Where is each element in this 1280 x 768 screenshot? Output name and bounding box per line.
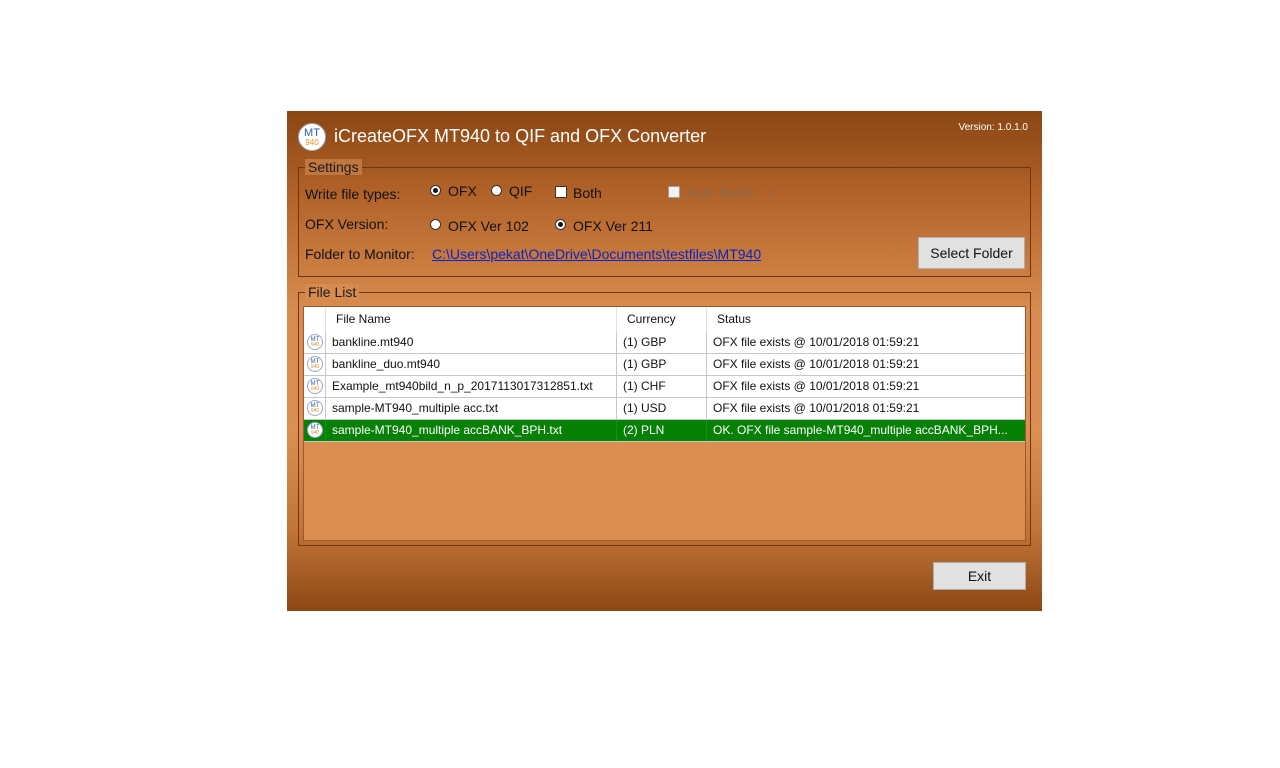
folder-path-link[interactable]: C:\Users\pekat\OneDrive\Documents\testfi… bbox=[432, 246, 761, 262]
ofx-ver102-label[interactable]: OFX Ver 102 bbox=[448, 218, 529, 234]
qif-radio-label[interactable]: QIF bbox=[509, 183, 532, 199]
file-name-cell: Example_mt940bild_n_p_2017113017312851.t… bbox=[326, 376, 617, 397]
table-row[interactable]: MT 940 sample-MT940_multiple acc.txt (1) … bbox=[304, 398, 1025, 420]
file-name-cell: sample-MT940_multiple acc.txt bbox=[326, 398, 617, 419]
currency-cell: (1) USD bbox=[617, 398, 707, 419]
file-name-cell: sample-MT940_multiple accBANK_BPH.txt bbox=[326, 420, 617, 441]
select-folder-button[interactable]: Select Folder bbox=[918, 237, 1025, 269]
settings-legend: Settings bbox=[305, 159, 362, 175]
mt940-file-icon: MT 940 bbox=[307, 356, 323, 372]
table-row-selected[interactable]: MT 940 sample-MT940_multiple accBANK_BPH.… bbox=[304, 420, 1025, 442]
version-label: Version: 1.0.1.0 bbox=[958, 122, 1029, 133]
logo-bottom-text: 940 bbox=[305, 138, 319, 147]
file-name-column-header[interactable]: File Name bbox=[326, 307, 617, 332]
status-cell: OK. OFX file sample-MT940_multiple accBA… bbox=[707, 420, 1025, 441]
file-icon-cell: MT 940 bbox=[304, 420, 326, 441]
auto-notify-label: Auto Notify bbox=[686, 185, 755, 201]
status-cell: OFX file exists @ 10/01/2018 01:59:21 bbox=[707, 398, 1025, 419]
mt940-file-icon: MT 940 bbox=[307, 334, 323, 350]
status-cell: OFX file exists @ 10/01/2018 01:59:21 bbox=[707, 376, 1025, 397]
ofx-ver211-radio[interactable] bbox=[555, 219, 566, 230]
ofx-radio-label[interactable]: OFX bbox=[448, 183, 477, 199]
file-list-legend: File List bbox=[305, 284, 360, 300]
file-icon-bottom: 940 bbox=[310, 364, 320, 370]
status-cell: OFX file exists @ 10/01/2018 01:59:21 bbox=[707, 332, 1025, 353]
currency-cell: (1) GBP bbox=[617, 354, 707, 375]
currency-cell: (2) PLN bbox=[617, 420, 707, 441]
file-icon-cell: MT 940 bbox=[304, 376, 326, 397]
mt940-file-icon: MT 940 bbox=[307, 400, 323, 416]
file-name-cell: bankline_duo.mt940 bbox=[326, 354, 617, 375]
table-row[interactable]: MT 940 bankline_duo.mt940 (1) GBP OFX fil… bbox=[304, 354, 1025, 376]
folder-to-monitor-label: Folder to Monitor: bbox=[305, 246, 415, 262]
currency-cell: (1) GBP bbox=[617, 332, 707, 353]
both-checkbox-label[interactable]: Both bbox=[573, 185, 602, 201]
file-icon-cell: MT 940 bbox=[304, 398, 326, 419]
file-name-cell: bankline.mt940 bbox=[326, 332, 617, 353]
currency-column-header[interactable]: Currency bbox=[617, 307, 707, 332]
ofx-radio[interactable] bbox=[430, 185, 441, 196]
file-icon-bottom: 940 bbox=[310, 408, 320, 414]
file-icon-bottom: 940 bbox=[310, 342, 320, 348]
ofx-ver211-label[interactable]: OFX Ver 211 bbox=[573, 218, 653, 234]
file-icon-cell: MT 940 bbox=[304, 354, 326, 375]
table-row[interactable]: MT 940 Example_mt940bild_n_p_201711301731… bbox=[304, 376, 1025, 398]
mt940-file-icon: MT 940 bbox=[307, 378, 323, 394]
ofx-ver102-radio[interactable] bbox=[430, 219, 441, 230]
app-window: MT 940 iCreateOFX MT940 to QIF and OFX C… bbox=[287, 111, 1042, 611]
file-table: File Name Currency Status MT 940 bankline… bbox=[303, 306, 1026, 541]
exit-button[interactable]: Exit bbox=[933, 562, 1026, 590]
table-header: File Name Currency Status bbox=[304, 307, 1025, 333]
auto-notify-checkbox[interactable] bbox=[668, 186, 680, 198]
file-icon-bottom: 940 bbox=[310, 386, 320, 392]
file-icon-cell: MT 940 bbox=[304, 332, 326, 353]
ofx-version-label: OFX Version: bbox=[305, 216, 389, 232]
mt940-file-icon: MT 940 bbox=[307, 422, 323, 438]
both-checkbox[interactable] bbox=[555, 186, 567, 198]
table-row[interactable]: MT 940 bankline.mt940 (1) GBP OFX file ex… bbox=[304, 332, 1025, 354]
app-title: iCreateOFX MT940 to QIF and OFX Converte… bbox=[334, 126, 707, 146]
icon-column-header bbox=[304, 307, 326, 332]
qif-radio[interactable] bbox=[491, 185, 502, 196]
file-icon-bottom: 940 bbox=[310, 430, 320, 436]
mt940-logo-icon: MT 940 bbox=[298, 123, 326, 151]
file-list-group: File List File Name Currency Status MT 94… bbox=[298, 284, 1031, 546]
status-column-header[interactable]: Status bbox=[707, 307, 1025, 332]
status-cell: OFX file exists @ 10/01/2018 01:59:21 bbox=[707, 354, 1025, 375]
currency-cell: (1) CHF bbox=[617, 376, 707, 397]
auto-notify-separator: / bbox=[769, 185, 773, 201]
settings-group: Settings Write file types: OFX QIF Both … bbox=[298, 159, 1031, 277]
write-file-types-label: Write file types: bbox=[305, 186, 401, 202]
